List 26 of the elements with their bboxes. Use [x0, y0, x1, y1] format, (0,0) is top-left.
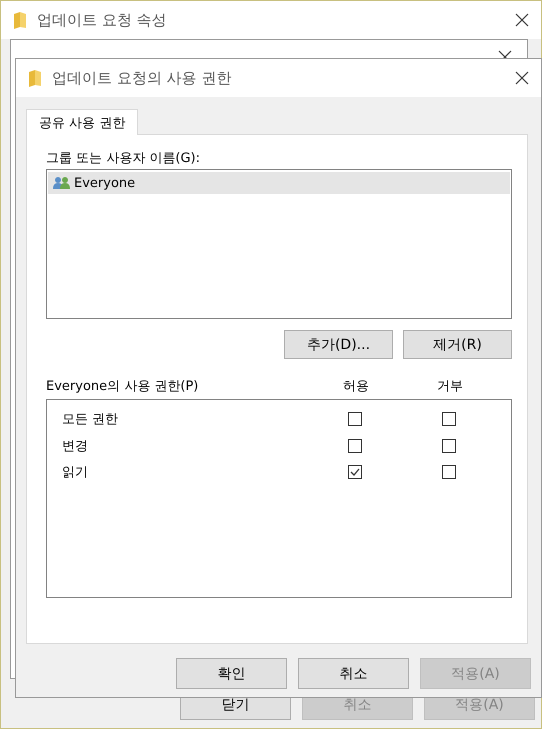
- deny-checkbox[interactable]: [442, 465, 456, 480]
- close-icon[interactable]: [515, 13, 529, 27]
- permission-name: 모든 권한: [61, 411, 120, 428]
- permission-name: 읽기: [61, 464, 89, 482]
- permissions-label: Everyone의 사용 권한(P): [46, 378, 200, 396]
- add-button[interactable]: 추가(D)...: [284, 330, 393, 359]
- cancel-button[interactable]: 취소: [298, 658, 409, 689]
- allow-checkbox[interactable]: [348, 465, 362, 480]
- group-label: 그룹 또는 사용자 이름(G):: [46, 150, 201, 168]
- users-icon: [53, 176, 71, 190]
- column-header: 거부: [436, 378, 464, 396]
- allow-checkbox[interactable]: [348, 438, 362, 453]
- close-icon[interactable]: [515, 71, 529, 85]
- column-header: 허용: [342, 378, 370, 396]
- permission-name: 변경: [61, 438, 89, 455]
- window-title: 업데이트 요청 속성: [37, 10, 168, 30]
- ok-button[interactable]: 확인: [176, 658, 287, 689]
- folder-icon: [13, 12, 27, 28]
- user-item[interactable]: Everyone: [48, 172, 510, 194]
- allow-checkbox[interactable]: [348, 412, 362, 426]
- tab[interactable]: 공유 사용 권한: [26, 109, 138, 135]
- deny-checkbox[interactable]: [442, 438, 456, 453]
- dialog-title: 업데이트 요청의 사용 권한: [52, 68, 232, 88]
- deny-checkbox[interactable]: [442, 412, 456, 426]
- remove-button[interactable]: 제거(R): [403, 330, 512, 359]
- folder-icon: [28, 70, 42, 86]
